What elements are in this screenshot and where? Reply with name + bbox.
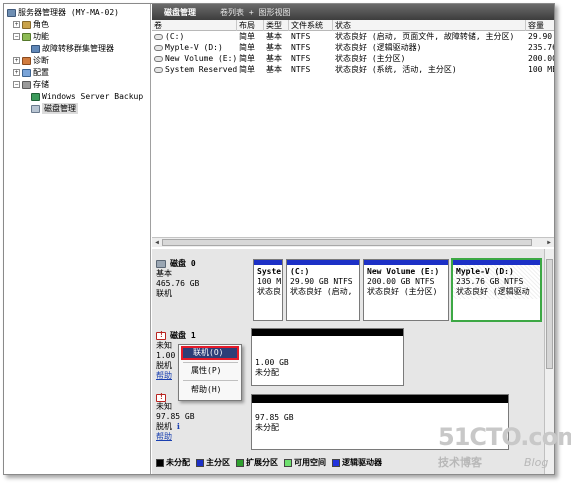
expand-icon[interactable]: + (13, 21, 20, 28)
column-header-volume[interactable]: 卷 (152, 20, 237, 31)
pane-title: 磁盘管理 (164, 7, 196, 17)
tree-item-windows-server-backup[interactable]: Windows Server Backup (31, 91, 143, 102)
tree-item-features[interactable]: − 功能 (13, 31, 49, 42)
table-row[interactable]: (C:) 简单 基本 NTFS 状态良好 (启动, 页面文件, 故障转储, 主分… (152, 31, 554, 42)
volume-list: 卷 布局 类型 文件系统 状态 容量 (C:) 简单 基本 NTFS 状态良好 … (152, 20, 554, 237)
menu-item-properties[interactable]: 属性(P) (181, 364, 239, 378)
disk-management-icon (31, 104, 40, 113)
disk-offline-icon (156, 392, 166, 402)
tree-item-diagnostics[interactable]: + 诊断 (13, 55, 49, 66)
menu-item-online[interactable]: 联机(O) (181, 346, 239, 360)
partition-system-reserved[interactable]: Syste 100 M 状态良 (253, 259, 283, 321)
table-row[interactable]: New Volume (E:) 简单 基本 NTFS 状态良好 (主分区) 20… (152, 53, 554, 64)
volume-list-header: 卷 布局 类型 文件系统 状态 容量 (152, 20, 554, 31)
disk-icon (156, 260, 166, 268)
menu-separator (183, 362, 238, 363)
partition-disk1-unallocated[interactable]: 1.00 GB 未分配 (251, 328, 404, 386)
partition-c[interactable]: (C:) 29.90 GB NTFS 状态良好 (启动, (286, 259, 360, 321)
watermark-blog: Blog (524, 456, 549, 469)
legend-swatch-free (284, 458, 292, 467)
collapse-icon[interactable]: − (13, 33, 20, 40)
disk-offline-icon (156, 330, 166, 340)
partition-d[interactable]: Myple-V (D:) 235.76 GB NTFS 状态良好 (逻辑驱动 (451, 258, 542, 322)
pane-title-bar: 磁盘管理 卷列表 + 图形视图 (152, 4, 554, 20)
navigation-tree: 服务器管理器 (MY-MA-02) + 角色 − 功能 故障转移群集管理器 + … (4, 4, 151, 474)
tree-item-server-manager[interactable]: 服务器管理器 (MY-MA-02) (7, 7, 119, 18)
volume-icon (154, 66, 163, 73)
menu-item-help[interactable]: 帮助(H) (181, 383, 239, 397)
horizontal-scrollbar[interactable]: ◀ ▶ (152, 237, 554, 247)
diagnostics-icon (22, 56, 31, 65)
partition-legend: 未分配 主分区 扩展分区 可用空间 逻辑驱动器 (156, 457, 382, 468)
disk-context-menu: 联机(O) 属性(P) 帮助(H) (178, 344, 242, 401)
volume-icon (154, 44, 163, 51)
partition-e[interactable]: New Volume (E:) 200.00 GB NTFS 状态良好 (主分区) (363, 259, 449, 321)
legend-swatch-unallocated (156, 458, 164, 467)
collapse-icon[interactable]: − (13, 81, 20, 88)
menu-separator (183, 380, 238, 381)
configuration-icon (22, 68, 31, 77)
roles-icon (22, 20, 31, 29)
legend-swatch-logical (332, 458, 340, 467)
storage-icon (22, 80, 31, 89)
expand-icon[interactable]: + (13, 69, 20, 76)
scrollbar-thumb[interactable] (162, 239, 532, 246)
site-watermark: 51CTO.com 技术博客 Blog (432, 423, 571, 473)
scrollbar-thumb[interactable] (546, 259, 553, 369)
watermark-brand: 51CTO.com (438, 423, 571, 451)
column-header-layout[interactable]: 布局 (237, 20, 264, 31)
table-row[interactable]: Myple-V (D:) 简单 基本 NTFS 状态良好 (逻辑驱动器) 235… (152, 42, 554, 53)
mmc-window: 服务器管理器 (MY-MA-02) + 角色 − 功能 故障转移群集管理器 + … (3, 3, 555, 475)
watermark-subtitle: 技术博客 (438, 456, 482, 469)
tree-item-storage[interactable]: − 存储 (13, 79, 49, 90)
disk-2-help-link[interactable]: 帮助 (156, 432, 241, 442)
disk-management-pane: 磁盘管理 卷列表 + 图形视图 卷 布局 类型 文件系统 状态 容量 (C:) … (152, 4, 554, 474)
features-icon (22, 32, 31, 41)
column-header-status[interactable]: 状态 (333, 20, 526, 31)
info-icon: ℹ (176, 422, 180, 431)
tree-item-disk-management[interactable]: 磁盘管理 (31, 103, 78, 114)
disk-2-label[interactable]: 未知 97.85 GB 脱机 ℹ 帮助 (156, 392, 241, 442)
disk-0-label[interactable]: 磁盘 0 基本 465.76 GB 联机 (156, 259, 241, 299)
expand-icon[interactable]: + (13, 57, 20, 64)
legend-swatch-extended (236, 458, 244, 467)
table-row[interactable]: System Reserved 简单 基本 NTFS 状态良好 (系统, 活动,… (152, 64, 554, 75)
column-header-filesystem[interactable]: 文件系统 (289, 20, 333, 31)
tree-item-configuration[interactable]: + 配置 (13, 67, 49, 78)
tree-item-cluster-manager[interactable]: 故障转移群集管理器 (31, 43, 114, 54)
volume-icon (154, 33, 163, 40)
backup-icon (31, 92, 40, 101)
scroll-left-icon[interactable]: ◀ (153, 239, 161, 246)
view-selector[interactable]: 卷列表 + 图形视图 (220, 7, 290, 18)
column-header-type[interactable]: 类型 (264, 20, 289, 31)
cluster-icon (31, 44, 40, 53)
server-icon (7, 8, 16, 17)
scroll-right-icon[interactable]: ▶ (545, 239, 553, 246)
tree-item-roles[interactable]: + 角色 (13, 19, 49, 30)
column-header-capacity[interactable]: 容量 (526, 20, 554, 31)
volume-icon (154, 55, 163, 62)
legend-swatch-primary (196, 458, 204, 467)
